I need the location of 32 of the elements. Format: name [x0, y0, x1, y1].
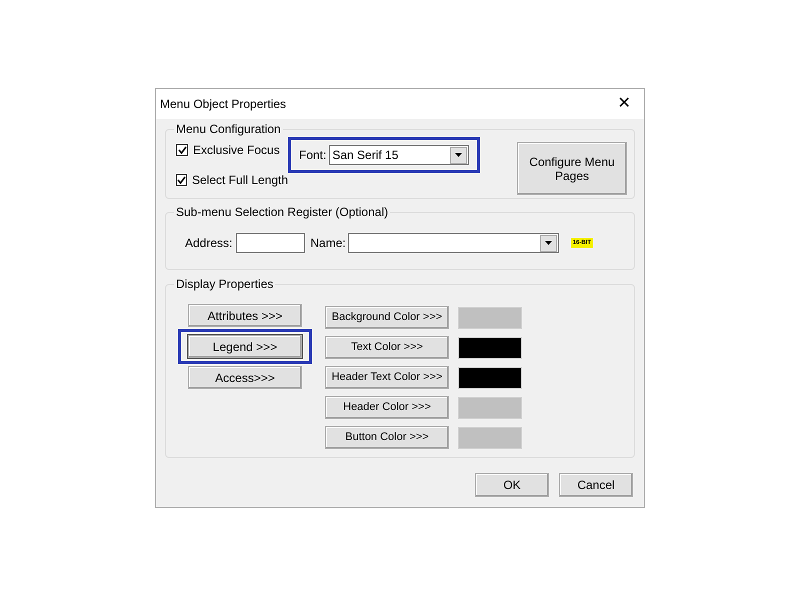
configure-menu-pages-button[interactable]: Configure Menu Pages	[517, 142, 627, 195]
font-label: Font:	[299, 147, 326, 164]
name-select[interactable]	[348, 233, 559, 253]
checkbox[interactable]	[176, 174, 187, 186]
group-title: Sub-menu Selection Register (Optional)	[174, 204, 390, 220]
check-icon	[178, 146, 186, 154]
name-label: Name:	[310, 235, 346, 252]
dropdown-button[interactable]	[540, 234, 557, 252]
dialog-button[interactable]: Cancel	[559, 473, 633, 497]
address-field[interactable]	[236, 233, 306, 253]
font-select[interactable]: San Serif 15	[329, 145, 469, 165]
dropdown-button[interactable]	[450, 146, 467, 164]
color-button[interactable]: Header Text Color >>>	[325, 366, 449, 389]
property-button[interactable]: Legend >>>	[188, 335, 302, 358]
dialog-button[interactable]: OK	[475, 473, 549, 497]
group-title: Menu Configuration	[174, 121, 283, 137]
close-button[interactable]: ✕	[612, 92, 636, 116]
checkbox-label: Exclusive Focus	[193, 142, 280, 159]
caret-down-icon	[544, 241, 552, 245]
color-button[interactable]: Text Color >>>	[325, 336, 449, 359]
color-button[interactable]: Button Color >>>	[325, 426, 449, 449]
property-button[interactable]: Attributes >>>	[188, 304, 302, 327]
address-label: Address:	[185, 235, 232, 252]
checkbox[interactable]	[176, 144, 188, 156]
caret-down-icon	[455, 153, 462, 157]
check-icon	[177, 176, 186, 184]
color-button[interactable]: Background Color >>>	[325, 306, 449, 329]
window-title: Menu Object Properties	[160, 96, 286, 113]
group-title: Display Properties	[174, 276, 276, 292]
property-button[interactable]: Access>>>	[188, 366, 302, 389]
color-button[interactable]: Header Color >>>	[325, 396, 449, 419]
checkbox-label: Select Full Length	[192, 172, 288, 189]
